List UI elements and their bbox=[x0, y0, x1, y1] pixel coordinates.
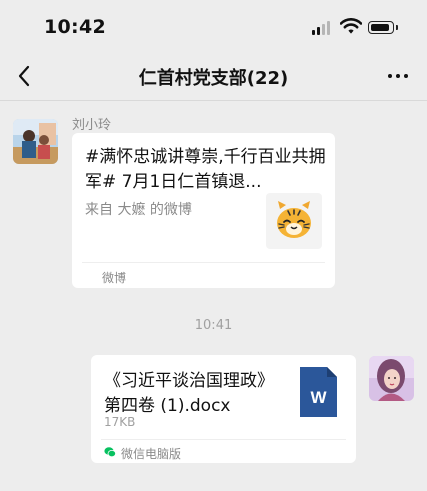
own-avatar[interactable] bbox=[369, 356, 414, 401]
chat-header: 仁首村党支部(22) bbox=[0, 52, 427, 100]
message-timestamp: 10:41 bbox=[194, 318, 233, 333]
sender-name: 刘小玲 bbox=[72, 118, 112, 133]
file-name: 《习近平谈治国理政》第四卷 (1).docx bbox=[104, 371, 274, 416]
file-card-app-name: 微信电脑版 bbox=[121, 447, 182, 461]
wifi-icon bbox=[340, 18, 362, 34]
card-separator bbox=[82, 262, 325, 263]
link-card-source: 来自 大嬷 的微博 bbox=[85, 202, 192, 218]
file-size: 17KB bbox=[104, 415, 136, 429]
sender-avatar[interactable] bbox=[13, 119, 58, 164]
weibo-link-card[interactable]: #满怀忠诚讲尊崇,千行百业共拥军# 7月1日仁首镇退... 来自 大嬷 的微博 … bbox=[72, 133, 335, 288]
cellular-signal-icon bbox=[312, 21, 334, 35]
tiger-thumbnail-icon bbox=[266, 193, 322, 249]
link-card-app-name: 微博 bbox=[102, 271, 127, 285]
word-icon-letter: W bbox=[310, 388, 327, 407]
battery-icon bbox=[368, 21, 394, 34]
status-time: 10:42 bbox=[44, 16, 106, 38]
link-card-title: #满怀忠诚讲尊崇,千行百业共拥军# 7月1日仁首镇退... bbox=[85, 147, 326, 192]
header-divider bbox=[0, 100, 427, 101]
word-document-icon: W bbox=[300, 367, 337, 417]
status-bar: 10:42 bbox=[0, 0, 427, 52]
wechat-icon bbox=[104, 447, 116, 458]
ellipsis-icon[interactable] bbox=[384, 68, 412, 84]
chat-title: 仁首村党支部(22) bbox=[138, 68, 289, 89]
battery-tip bbox=[396, 25, 398, 30]
card-separator bbox=[101, 439, 346, 440]
file-message-card[interactable]: 《习近平谈治国理政》第四卷 (1).docx 17KB W 微信电脑版 bbox=[91, 355, 356, 463]
